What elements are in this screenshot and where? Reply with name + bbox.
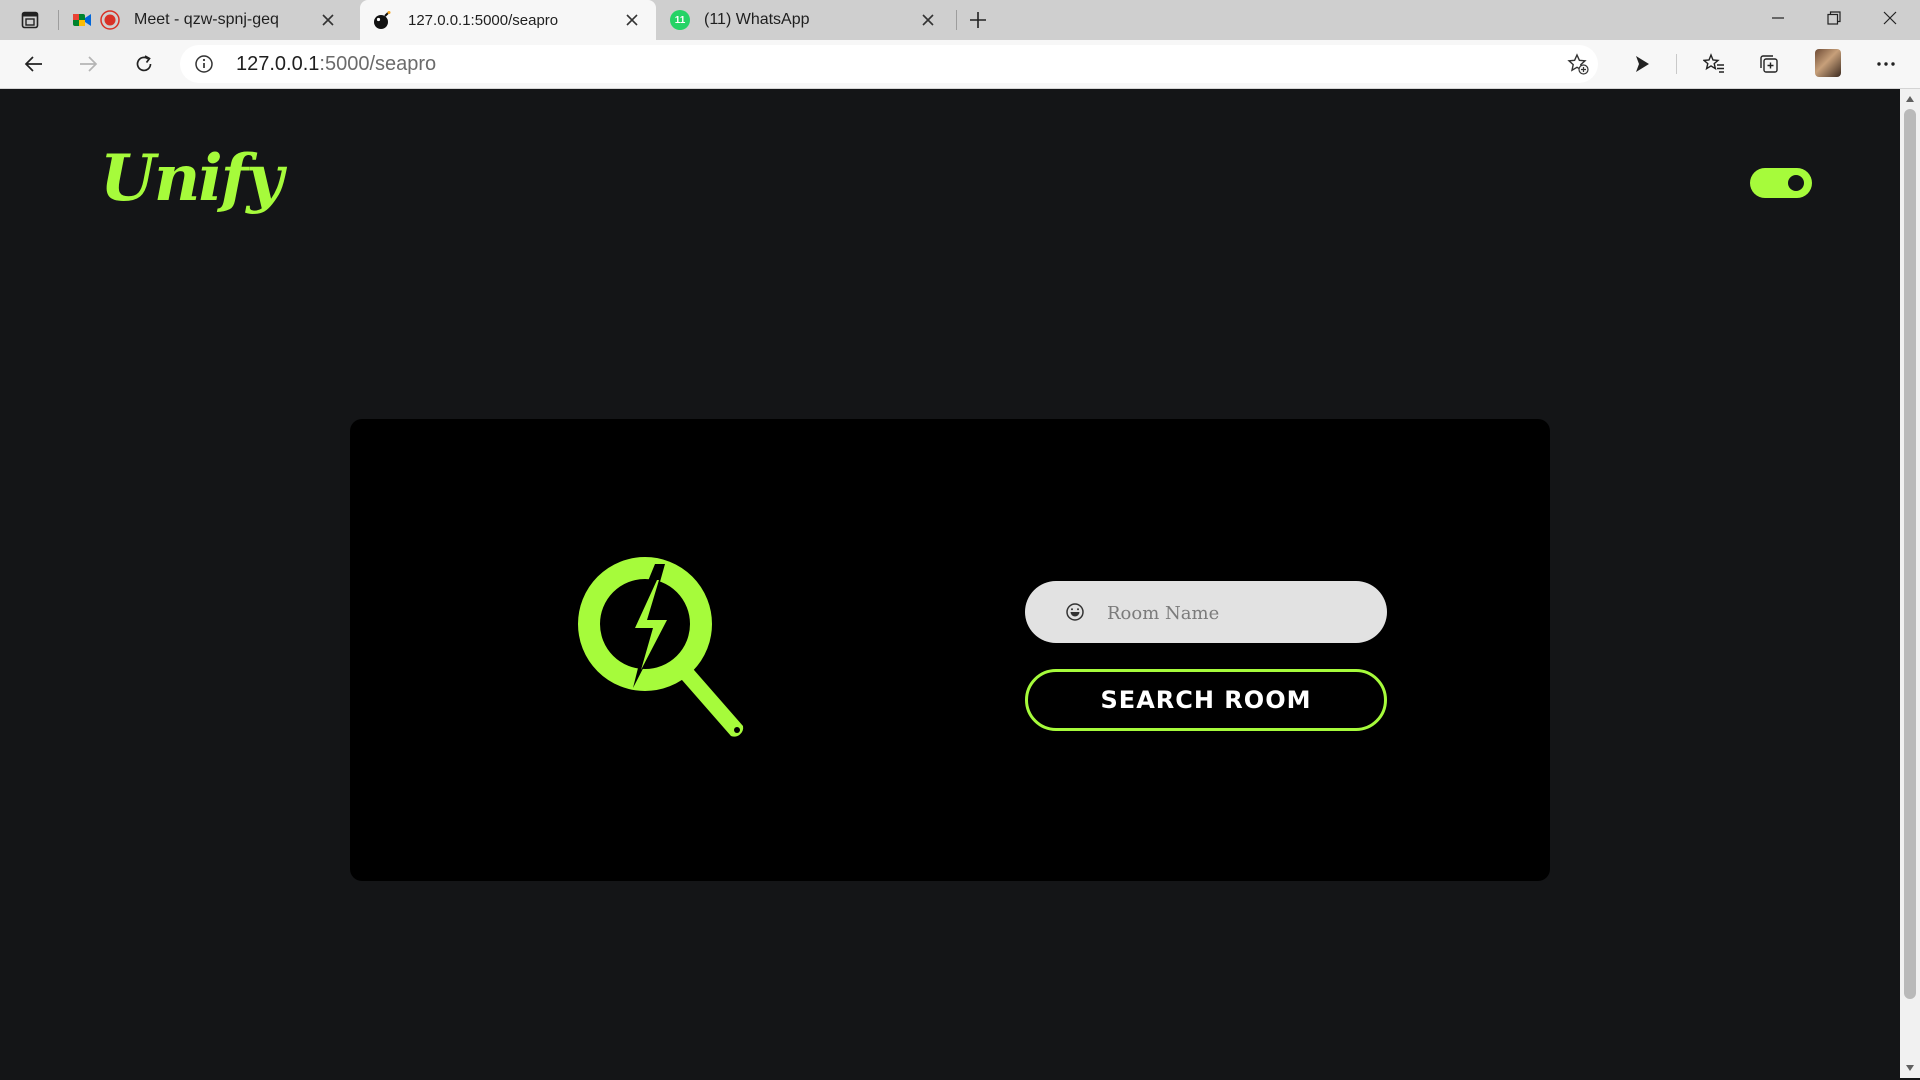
- close-tab-button[interactable]: [620, 8, 644, 32]
- restore-button[interactable]: [1806, 0, 1862, 36]
- scroll-up-arrow[interactable]: [1904, 93, 1916, 105]
- add-favorite-button[interactable]: [1566, 52, 1590, 76]
- close-icon: [922, 14, 934, 26]
- tab-meet[interactable]: Meet - qzw-spnj-geq: [62, 0, 352, 40]
- favorites-icon: [1703, 53, 1724, 73]
- close-tab-button[interactable]: [916, 8, 940, 32]
- refresh-icon: [136, 55, 152, 72]
- restore-icon: [1827, 11, 1841, 25]
- site-info-icon[interactable]: [194, 54, 214, 74]
- refresh-button[interactable]: [126, 48, 162, 80]
- whatsapp-icon: 11: [670, 10, 690, 30]
- tab-strip: Meet - qzw-spnj-geq 127.0.0.1:5000/seapr…: [0, 0, 1920, 40]
- star-add-icon: [1567, 53, 1589, 75]
- tab-title: (11) WhatsApp: [704, 11, 810, 28]
- new-tab-button[interactable]: [964, 6, 992, 34]
- scrollbar-thumb[interactable]: [1904, 109, 1916, 999]
- scroll-down-arrow[interactable]: [1904, 1062, 1916, 1074]
- search-room-button[interactable]: Search Room: [1025, 669, 1387, 731]
- arrow-left-icon: [24, 56, 42, 72]
- address-bar[interactable]: 127.0.0.1:5000/seapro: [180, 45, 1598, 83]
- tab-actions-button[interactable]: [12, 8, 48, 32]
- close-icon: [626, 14, 638, 26]
- record-icon: [100, 10, 120, 30]
- close-icon: [322, 14, 334, 26]
- settings-more-button[interactable]: [1868, 48, 1904, 80]
- address-toolbar: 127.0.0.1:5000/seapro: [0, 40, 1920, 89]
- send-button[interactable]: [1624, 48, 1660, 80]
- collections-button[interactable]: [1751, 48, 1787, 80]
- forward-button[interactable]: [70, 48, 106, 80]
- url-text[interactable]: 127.0.0.1:5000/seapro: [236, 45, 436, 83]
- minimize-icon: [1772, 17, 1784, 19]
- tab-separator: [58, 10, 59, 30]
- tab-title: Meet - qzw-spnj-geq: [134, 11, 279, 28]
- room-name-field[interactable]: [1025, 581, 1387, 645]
- search-card: Search Room: [350, 419, 1550, 881]
- app-logo[interactable]: Unify: [100, 129, 283, 229]
- google-meet-icon: [73, 14, 91, 26]
- profile-avatar[interactable]: [1815, 49, 1841, 77]
- plus-icon: [970, 12, 986, 28]
- bomb-favicon: [374, 11, 391, 29]
- back-button[interactable]: [16, 48, 52, 80]
- page-scrollbar[interactable]: [1900, 89, 1920, 1078]
- send-arrow-icon: [1636, 56, 1649, 72]
- tab-whatsapp[interactable]: 11 (11) WhatsApp: [662, 0, 952, 40]
- close-window-button[interactable]: [1862, 0, 1918, 36]
- smiley-icon: [1066, 603, 1084, 621]
- more-dots-icon: [1877, 62, 1895, 66]
- toolbar-divider: [1676, 54, 1677, 74]
- tab-separator: [956, 10, 957, 30]
- url-host: 127.0.0.1: [236, 53, 320, 75]
- close-tab-button[interactable]: [316, 8, 340, 32]
- collections-icon: [1760, 55, 1778, 73]
- theme-toggle[interactable]: [1750, 168, 1812, 198]
- arrow-right-icon: [80, 56, 98, 72]
- tab-seapro[interactable]: 127.0.0.1:5000/seapro: [360, 0, 656, 40]
- favorites-button[interactable]: [1696, 48, 1732, 80]
- close-icon: [1883, 11, 1897, 25]
- lightning-magnifier-icon: [578, 557, 744, 737]
- url-path: :5000/seapro: [319, 53, 437, 75]
- minimize-button[interactable]: [1750, 0, 1806, 36]
- toggle-knob: [1788, 175, 1804, 191]
- tab-title: 127.0.0.1:5000/seapro: [408, 11, 559, 29]
- tab-actions-icon: [21, 11, 39, 29]
- room-name-input[interactable]: [1105, 581, 1369, 645]
- page-body: Unify Search Room: [0, 89, 1900, 1078]
